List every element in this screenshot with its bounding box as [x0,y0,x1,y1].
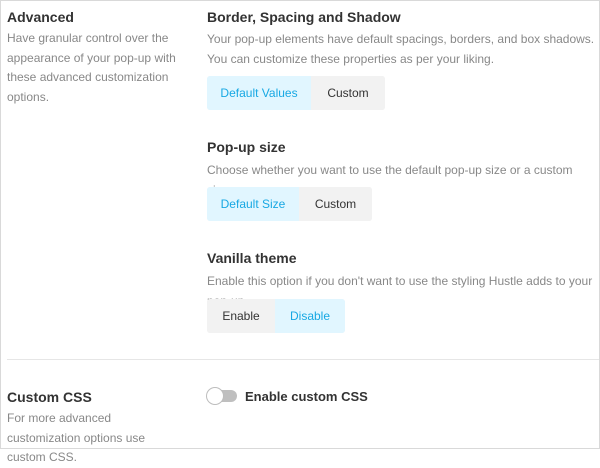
section-divider [7,359,599,360]
custom-css-switch[interactable] [207,388,237,404]
vanilla-theme-toggle: Enable Disable [207,299,345,333]
advanced-title: Advanced [7,9,74,25]
border-spacing-shadow-toggle: Default Values Custom [207,76,385,110]
vanilla-theme-title: Vanilla theme [207,250,297,266]
custom-size-button[interactable]: Custom [299,187,372,221]
custom-css-description: For more advanced customization options … [7,411,146,464]
settings-panel: Advanced Have granular control over the … [0,0,600,464]
border-spacing-shadow-description: Your pop-up elements have default spacin… [207,32,595,66]
custom-css-title: Custom CSS [7,389,92,405]
default-values-button[interactable]: Default Values [207,76,311,110]
border-spacing-shadow-title: Border, Spacing and Shadow [207,9,401,25]
custom-css-toggle-label[interactable]: Enable custom CSS [245,389,368,404]
disable-vanilla-button[interactable]: Disable [275,299,345,333]
popup-size-toggle: Default Size Custom [207,187,372,221]
default-size-button[interactable]: Default Size [207,187,299,221]
custom-border-button[interactable]: Custom [311,76,385,110]
switch-knob [207,388,223,404]
enable-vanilla-button[interactable]: Enable [207,299,275,333]
advanced-description: Have granular control over the appearanc… [7,31,176,104]
popup-size-title: Pop-up size [207,139,286,155]
